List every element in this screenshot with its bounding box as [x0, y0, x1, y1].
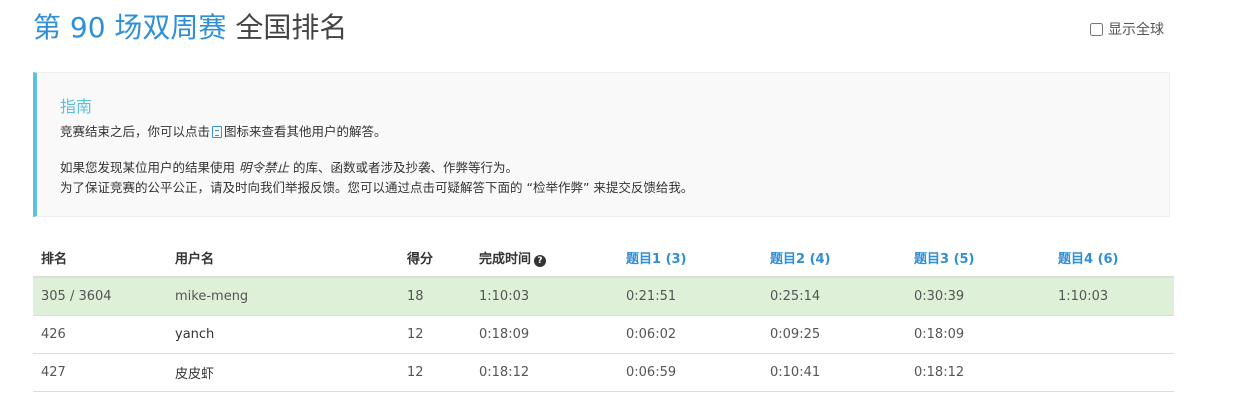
cell-q3-time: 0:18:09	[906, 315, 1050, 354]
cell-q1-time: 0:06:02	[618, 315, 762, 354]
cell-username[interactable]: mike-meng	[167, 277, 399, 316]
guide-p2-text-before: 如果您发现某位用户的结果使用	[60, 160, 236, 175]
ranking-table: 排名 用户名 得分 完成时间? 题目1 (3) 题目2 (4) 题目3 (5) …	[33, 239, 1174, 392]
header-question-4[interactable]: 题目4 (6)	[1050, 239, 1174, 278]
show-global-checkbox[interactable]	[1090, 22, 1103, 36]
cell-q2-time: 0:25:14	[762, 277, 906, 316]
header-rank: 排名	[33, 239, 167, 278]
cell-q2-time: 0:10:41	[762, 353, 906, 392]
table-row-current-user: 305 / 3604 mike-meng 18 1:10:03 0:21:51 …	[33, 277, 1174, 316]
header-finish-time-label: 完成时间	[479, 252, 532, 267]
cell-score: 18	[399, 277, 471, 316]
guide-paragraph-3: 为了保证竞赛的公平公正，请及时向我们举报反馈。您可以通过点击可疑解答下面的 “检…	[60, 180, 694, 195]
table-row: 427 皮皮虾 12 0:18:12 0:06:59 0:10:41 0:18:…	[33, 353, 1174, 392]
header-question-1[interactable]: 题目1 (3)	[618, 239, 762, 278]
guide-p1-text-before: 竞赛结束之后，你可以点击	[60, 124, 211, 139]
cell-rank: 426	[33, 315, 167, 354]
cell-q1-time: 0:06:59	[618, 353, 762, 392]
table-header-row: 排名 用户名 得分 完成时间? 题目1 (3) 题目2 (4) 题目3 (5) …	[33, 239, 1174, 278]
guide-paragraph-2: 如果您发现某位用户的结果使用 明令禁止 的库、函数或者涉及抄袭、作弊等行为。	[60, 158, 518, 178]
cell-q1-time: 0:21:51	[618, 277, 762, 316]
question-circle-icon[interactable]: ?	[534, 255, 547, 267]
cell-rank: 427	[33, 353, 167, 392]
cell-q4-time: 1:10:03	[1050, 277, 1174, 316]
cell-q2-time: 0:09:25	[762, 315, 906, 354]
cell-score: 12	[399, 353, 471, 392]
guide-p1-text-after: 图标来查看其他用户的解答。	[224, 124, 387, 139]
guide-p2-emphasis: 明令禁止	[239, 160, 290, 175]
cell-rank: 305 / 3604	[33, 277, 167, 316]
table-row: 426 yanch 12 0:18:09 0:06:02 0:09:25 0:1…	[33, 315, 1174, 354]
ranking-scope: 全国排名	[226, 11, 348, 44]
header-question-2[interactable]: 题目2 (4)	[762, 239, 906, 278]
cell-username[interactable]: 皮皮虾	[167, 353, 399, 392]
header-username: 用户名	[167, 239, 399, 278]
solution-doc-icon	[212, 126, 223, 138]
guide-title: 指南	[60, 97, 93, 116]
guide-panel: 指南 竞赛结束之后，你可以点击 图标来查看其他用户的解答。 如果您发现某位用户的结…	[33, 72, 1170, 217]
guide-p2-text-after: 的库、函数或者涉及抄袭、作弊等行为。	[293, 160, 519, 175]
header-score: 得分	[399, 239, 471, 278]
cell-q3-time: 0:18:12	[906, 353, 1050, 392]
cell-q4-time	[1050, 315, 1174, 354]
show-global-toggle[interactable]: 显示全球	[1090, 19, 1164, 39]
guide-paragraph-1: 竞赛结束之后，你可以点击 图标来查看其他用户的解答。	[60, 122, 387, 142]
header-question-3[interactable]: 题目3 (5)	[906, 239, 1050, 278]
header-finish-time: 完成时间?	[471, 239, 618, 278]
cell-finish-time: 0:18:09	[471, 315, 618, 354]
cell-finish-time: 1:10:03	[471, 277, 618, 316]
cell-q4-time	[1050, 353, 1174, 392]
cell-q3-time: 0:30:39	[906, 277, 1050, 316]
cell-username[interactable]: yanch	[167, 315, 399, 354]
page-title: 第 90 场双周赛 全国排名	[33, 8, 347, 48]
cell-score: 12	[399, 315, 471, 354]
show-global-label: 显示全球	[1108, 22, 1164, 38]
cell-finish-time: 0:18:12	[471, 353, 618, 392]
contest-name: 第 90 场双周赛	[33, 11, 227, 44]
